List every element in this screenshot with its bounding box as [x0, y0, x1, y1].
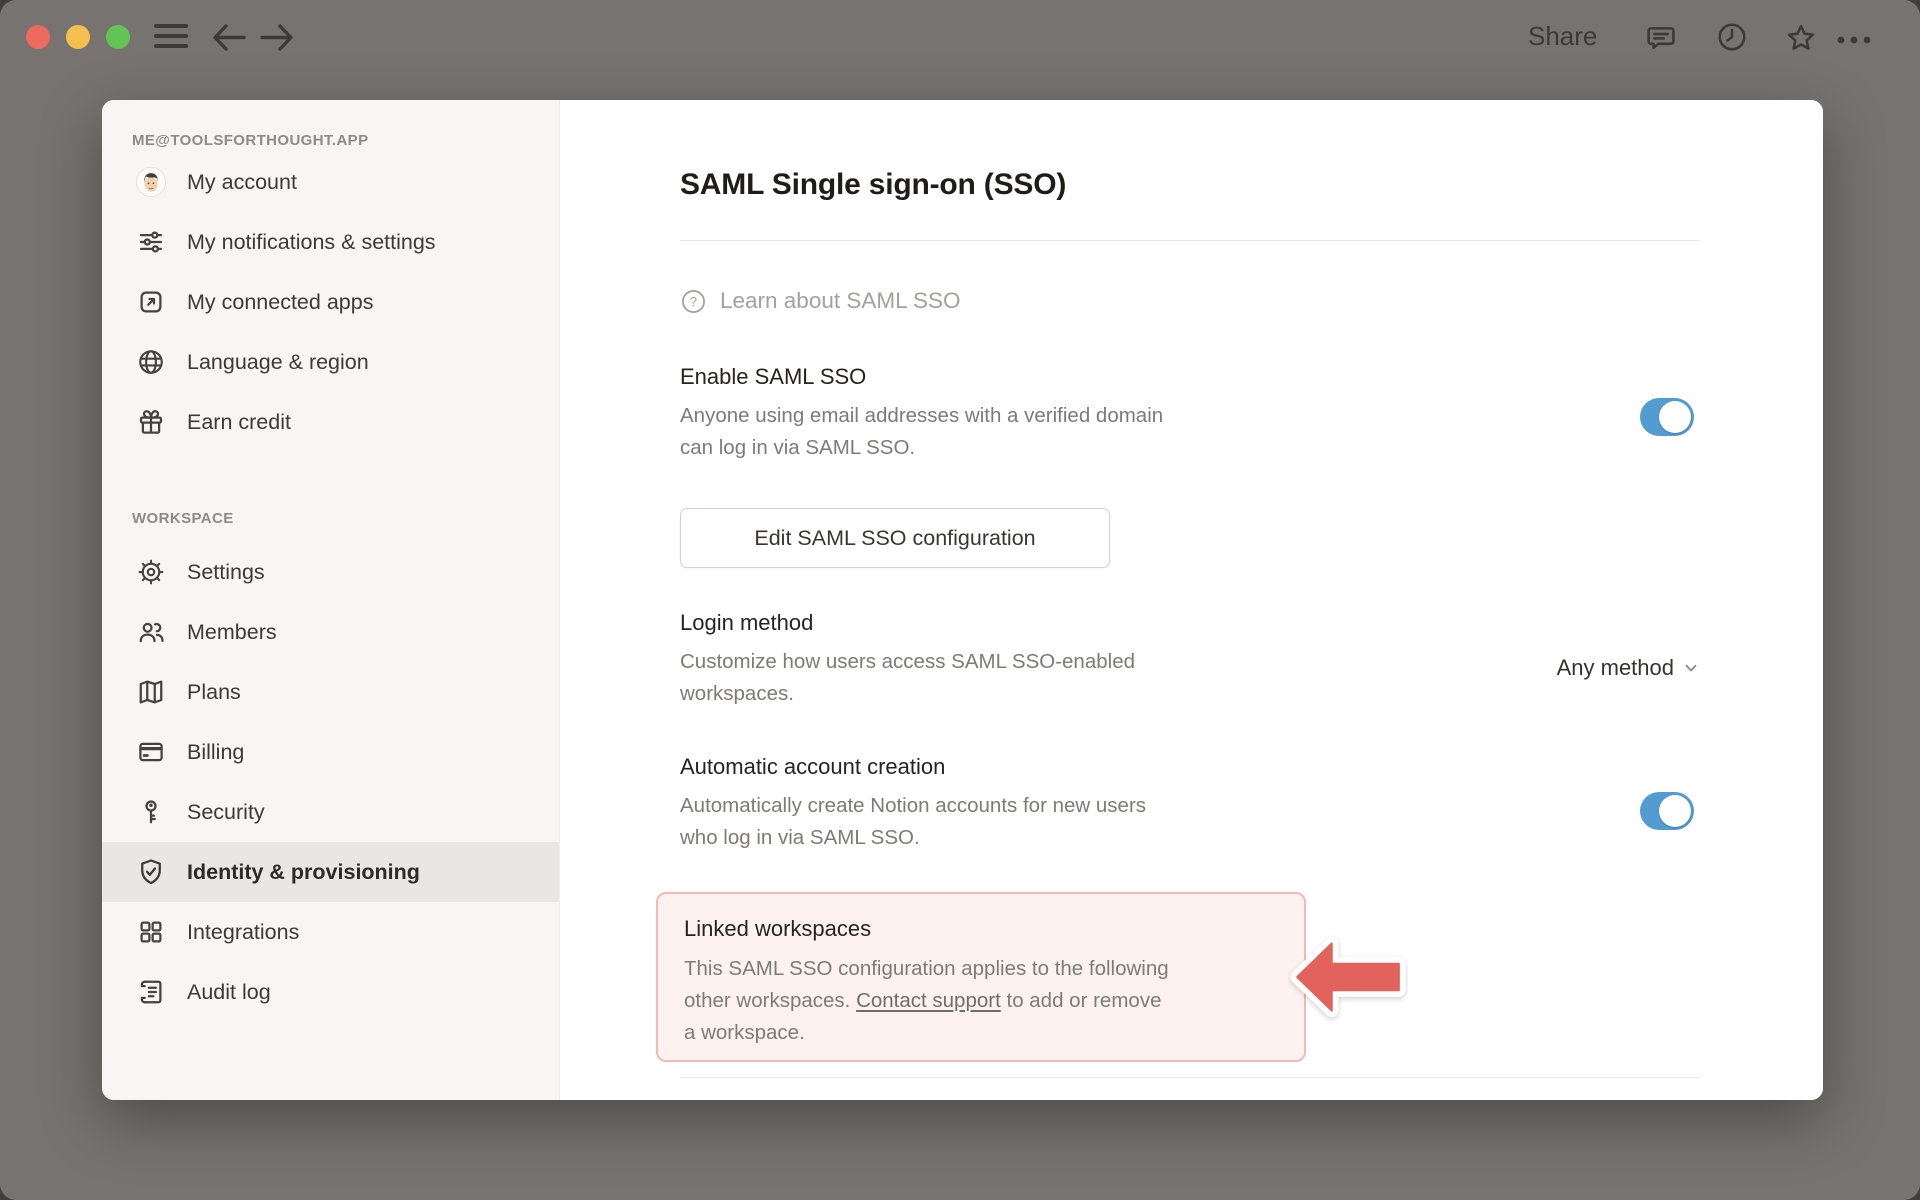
learn-link-label: Learn about SAML SSO [720, 288, 961, 313]
sidebar-item-security[interactable]: Security [102, 782, 559, 842]
share-button[interactable]: Share [1528, 21, 1597, 52]
sidebar-item-label: Settings [187, 559, 265, 584]
saml-sso-panel: SAML Single sign-on (SSO) ? Learn about … [560, 100, 1823, 1100]
linked-workspaces-heading: Linked workspaces [684, 916, 872, 941]
avatar [135, 166, 167, 198]
sidebar-item-label: My notifications & settings [187, 229, 436, 254]
more-options-icon[interactable] [1834, 21, 1874, 53]
sidebar-item-settings[interactable]: Settings [102, 542, 559, 602]
auto-account-toggle[interactable] [1640, 792, 1694, 830]
star-favorite-icon[interactable] [1784, 21, 1818, 55]
sidebar-item-label: My connected apps [187, 289, 374, 314]
divider [680, 240, 1700, 241]
sidebar-item-members[interactable]: Members [102, 602, 559, 662]
sidebar-item-billing[interactable]: Billing [102, 722, 559, 782]
sidebar-item-label: Audit log [187, 979, 271, 1004]
sidebar-item-my-account[interactable]: My account [102, 152, 559, 212]
chevron-down-icon [1685, 664, 1697, 672]
sidebar-item-plans[interactable]: Plans [102, 662, 559, 722]
edit-saml-configuration-button[interactable]: Edit SAML SSO configuration [680, 508, 1110, 568]
sidebar-item-label: Earn credit [187, 409, 291, 434]
shield-check-icon [135, 856, 167, 888]
grid-icon [135, 916, 167, 948]
question-circle-icon: ? [682, 289, 705, 313]
arrow-up-right-box-icon [135, 286, 167, 318]
clock-history-icon[interactable] [1716, 21, 1748, 53]
comments-icon[interactable] [1645, 21, 1677, 53]
map-icon [135, 676, 167, 708]
linked-workspaces-callout: Linked workspaces This SAML SSO configur… [656, 892, 1306, 1062]
sidebar-item-language-region[interactable]: Language & region [102, 332, 559, 392]
sidebar-item-label: Security [187, 799, 265, 824]
sidebar-item-label: Language & region [187, 349, 369, 374]
sidebar-item-connected-apps[interactable]: My connected apps [102, 272, 559, 332]
window-titlebar: Share [0, 0, 1920, 75]
key-icon [135, 796, 167, 828]
annotation-arrow-left-icon [1290, 936, 1406, 1018]
workspace-section-header: WORKSPACE [132, 510, 234, 527]
sliders-icon [135, 226, 167, 258]
settings-dialog: ME@TOOLSFORTHOUGHT.APP My account My not… [102, 100, 1823, 1100]
sidebar-item-label: Identity & provisioning [187, 859, 420, 884]
sidebar-item-identity-provisioning[interactable]: Identity & provisioning [102, 842, 559, 902]
auto-account-heading: Automatic account creation [680, 754, 946, 779]
enable-saml-heading: Enable SAML SSO [680, 364, 867, 389]
enable-saml-description: Anyone using email addresses with a veri… [680, 404, 1164, 459]
hamburger-menu-icon[interactable] [154, 24, 188, 51]
credit-card-icon [135, 736, 167, 768]
gift-icon [135, 406, 167, 438]
screen: Share ME@TOOLSFORTHOUGHT.APP My account … [0, 0, 1920, 1200]
svg-text:?: ? [690, 294, 697, 309]
sidebar-item-label: My account [187, 169, 297, 194]
divider [680, 1077, 1700, 1078]
forward-arrow-icon[interactable] [258, 21, 296, 54]
account-section-header: ME@TOOLSFORTHOUGHT.APP [132, 132, 369, 149]
login-method-description: Customize how users access SAML SSO-enab… [680, 650, 1135, 705]
sidebar-item-audit-log[interactable]: Audit log [102, 962, 559, 1022]
sidebar-item-label: Integrations [187, 919, 300, 944]
back-arrow-icon[interactable] [210, 21, 248, 54]
contact-support-link[interactable]: Contact support [856, 989, 1001, 1012]
sidebar-item-earn-credit[interactable]: Earn credit [102, 392, 559, 452]
sidebar-item-notifications-settings[interactable]: My notifications & settings [102, 212, 559, 272]
learn-about-saml-sso-link[interactable]: ? Learn about SAML SSO [680, 285, 961, 317]
sidebar-item-label: Plans [187, 679, 241, 704]
sidebar-item-label: Members [187, 619, 277, 644]
login-method-dropdown[interactable]: Any method [1408, 652, 1700, 684]
settings-sidebar: ME@TOOLSFORTHOUGHT.APP My account My not… [102, 100, 560, 1100]
close-window-button[interactable] [26, 25, 50, 49]
login-method-value: Any method [1556, 655, 1674, 680]
auto-account-description: Automatically create Notion accounts for… [680, 794, 1147, 849]
page-title: SAML Single sign-on (SSO) [680, 168, 1067, 201]
login-method-heading: Login method [680, 610, 814, 635]
minimize-window-button[interactable] [66, 25, 90, 49]
globe-icon [135, 346, 167, 378]
people-icon [135, 616, 167, 648]
enable-saml-toggle[interactable] [1640, 398, 1694, 436]
sidebar-item-integrations[interactable]: Integrations [102, 902, 559, 962]
gear-icon [135, 556, 167, 588]
linked-workspaces-description: This SAML SSO configuration applies to t… [684, 957, 1169, 1044]
zoom-window-button[interactable] [106, 25, 130, 49]
document-lines-icon [135, 976, 167, 1008]
sidebar-item-label: Billing [187, 739, 245, 764]
